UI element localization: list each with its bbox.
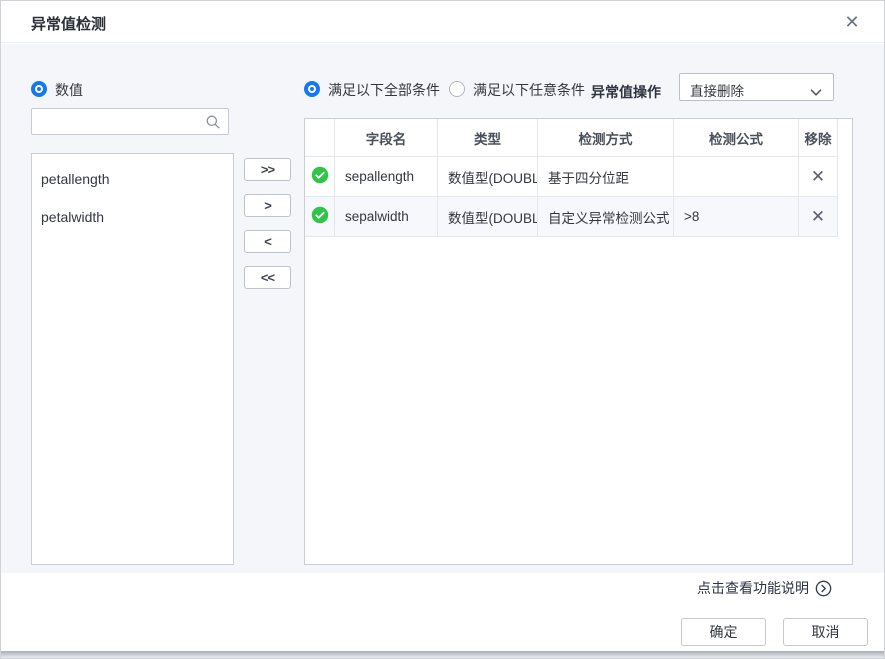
match-all-radio[interactable] [304,81,320,97]
header-remove: 移除 [799,119,838,157]
cell-type: 数值型(DOUBLE [438,157,538,197]
remove-row-button[interactable]: ✕ [811,208,825,225]
cell-detect-formula[interactable]: >8 [674,197,799,237]
outlier-operation-select[interactable]: 直接删除 [679,73,834,101]
table-row: sepallength 数值型(DOUBLE 基于四分位距 ✕ [305,157,838,197]
table-header-row: 字段名 类型 检测方式 检测公式 移除 [305,119,838,157]
match-any-radio[interactable] [449,81,465,97]
dialog-header: 异常值检测 ✕ [1,1,884,43]
header-type: 类型 [438,119,538,157]
dialog-title: 异常值检测 [31,13,106,34]
search-icon [205,114,221,135]
outlier-operation-label: 异常值操作 [591,82,661,102]
outlier-detection-dialog: 异常值检测 ✕ 数值 petallength petalwidth >> > <… [0,0,885,659]
ok-button[interactable]: 确定 [681,618,766,646]
table-row: sepalwidth 数值型(DOUBLE 自定义异常检测公式 >8 ✕ [305,197,838,237]
move-all-right-button[interactable]: >> [244,158,291,181]
cell-detect-method[interactable]: 自定义异常检测公式 [538,197,674,237]
available-fields-list: petallength petalwidth [31,153,234,565]
field-search [31,108,229,135]
header-field-name: 字段名 [335,119,438,157]
remove-row-button[interactable]: ✕ [811,168,825,185]
header-detect-method: 检测方式 [538,119,674,157]
cell-field-name: sepallength [335,157,438,197]
cell-type: 数值型(DOUBLE [438,197,538,237]
header-detect-formula: 检测公式 [674,119,799,157]
cancel-button[interactable]: 取消 [783,618,868,646]
match-any-radio-label[interactable]: 满足以下任意条件 [473,82,585,98]
cell-detect-method[interactable]: 基于四分位距 [538,157,674,197]
move-right-button[interactable]: > [244,194,291,217]
help-link[interactable]: 点击查看功能说明 [697,578,832,598]
chevron-down-icon [810,84,822,102]
conditions-table-panel: 字段名 类型 检测方式 检测公式 移除 sepallength 数值型(DOUB… [304,118,853,565]
circle-arrow-right-icon [815,580,832,597]
cell-field-name: sepalwidth [335,197,438,237]
help-link-label: 点击查看功能说明 [697,578,809,598]
cell-detect-formula[interactable] [674,157,799,197]
move-left-button[interactable]: < [244,230,291,253]
move-all-left-button[interactable]: << [244,266,291,289]
numeric-radio[interactable] [31,81,47,97]
selected-operation: 直接删除 [690,80,744,100]
list-item-petalwidth[interactable]: petalwidth [32,198,233,236]
close-icon: ✕ [844,12,859,33]
list-item-petallength[interactable]: petallength [32,160,233,198]
dialog-bottom-edge [1,651,884,658]
check-circle-icon [311,166,329,187]
header-status [305,119,335,157]
search-input[interactable] [32,109,228,134]
match-all-radio-label[interactable]: 满足以下全部条件 [328,82,440,98]
numeric-radio-label[interactable]: 数值 [55,82,83,98]
close-button[interactable]: ✕ [840,10,864,34]
check-circle-icon [311,206,329,227]
